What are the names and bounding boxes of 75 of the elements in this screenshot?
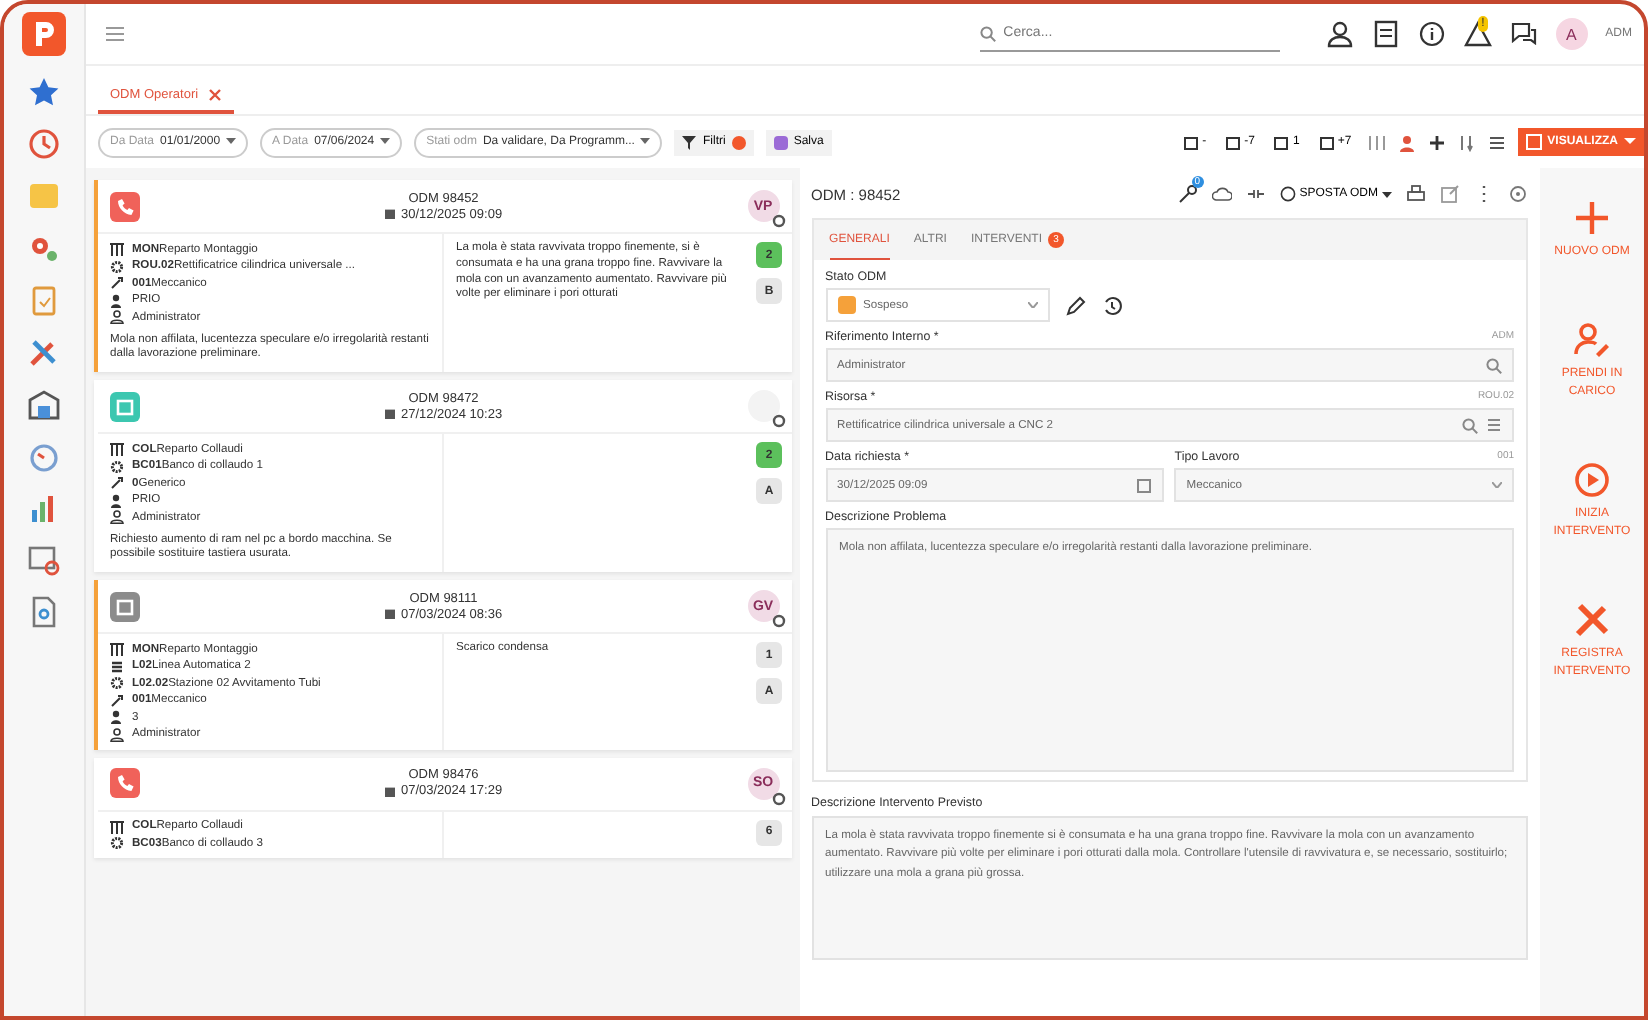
tools-icon[interactable] xyxy=(28,336,60,368)
search-icon[interactable] xyxy=(1462,417,1478,433)
user-avatar[interactable]: A xyxy=(1555,18,1588,50)
calendar-icon xyxy=(1319,135,1334,149)
person-icon xyxy=(110,710,124,725)
link-icon[interactable] xyxy=(1245,184,1266,204)
caret-icon xyxy=(1492,482,1503,488)
info-icon[interactable] xyxy=(1417,20,1446,48)
calendar-icon xyxy=(384,608,397,621)
calendar-icon[interactable] xyxy=(28,544,60,576)
caret-icon xyxy=(1382,191,1392,197)
caret-icon xyxy=(380,138,391,146)
caret-icon[interactable] xyxy=(1624,138,1636,146)
search-icon[interactable] xyxy=(979,25,996,41)
calendar-icon xyxy=(384,408,397,421)
search-icon[interactable] xyxy=(1486,357,1502,373)
building-icon xyxy=(110,642,124,657)
user-icon xyxy=(110,310,124,324)
cloud-icon[interactable] xyxy=(1211,184,1232,204)
star-icon[interactable] xyxy=(28,76,60,108)
gauge-icon[interactable] xyxy=(28,440,60,472)
work-order-card[interactable] xyxy=(94,180,792,373)
columns-icon[interactable] xyxy=(1367,133,1386,151)
document-icon[interactable] xyxy=(1371,20,1400,48)
document-search-icon[interactable] xyxy=(28,596,60,628)
person-icon xyxy=(110,493,124,508)
key-icon[interactable] xyxy=(1177,184,1198,204)
save-icon xyxy=(773,135,788,149)
list-icon[interactable] xyxy=(1486,417,1502,433)
stack-icon xyxy=(110,659,124,674)
calendar-icon xyxy=(384,208,397,220)
assignee-avatar[interactable] xyxy=(747,390,780,423)
user-icon xyxy=(110,510,124,525)
wrench-icon xyxy=(110,476,124,491)
close-icon[interactable] xyxy=(208,88,223,102)
clipboard-icon[interactable] xyxy=(28,284,60,316)
calendar-icon xyxy=(1184,135,1199,149)
gears-icon[interactable] xyxy=(28,232,60,264)
history-icon[interactable] xyxy=(1101,295,1122,315)
plus-icon[interactable] xyxy=(1427,133,1446,151)
warning-icon[interactable] xyxy=(1463,20,1492,48)
menu-icon[interactable] xyxy=(106,26,124,42)
calendar-icon[interactable] xyxy=(1136,477,1153,493)
logo-icon[interactable] xyxy=(22,12,66,56)
calendar-icon xyxy=(1274,135,1289,149)
user-icon xyxy=(110,727,124,742)
list-icon[interactable] xyxy=(1487,133,1506,151)
clock-icon[interactable] xyxy=(28,128,60,160)
caret-icon xyxy=(1027,302,1038,308)
play-icon xyxy=(1574,462,1610,498)
caret-icon xyxy=(640,138,651,146)
caret-icon xyxy=(226,138,237,146)
settings-icon[interactable] xyxy=(1508,184,1528,204)
chat-icon[interactable] xyxy=(1509,20,1538,48)
tools-icon xyxy=(1574,602,1610,638)
calendar-icon xyxy=(384,785,397,798)
warehouse-icon[interactable] xyxy=(28,388,60,420)
user-icon[interactable] xyxy=(1325,20,1354,48)
filter-icon xyxy=(682,135,697,149)
wrench-icon xyxy=(110,693,124,708)
view-icon xyxy=(1525,134,1542,150)
plus-icon xyxy=(1574,200,1610,236)
person-icon[interactable] xyxy=(1397,133,1416,151)
wrench-icon xyxy=(110,276,124,290)
print-icon[interactable] xyxy=(1406,184,1426,204)
pencil-icon[interactable] xyxy=(1065,295,1086,315)
building-icon xyxy=(110,242,124,256)
person-icon xyxy=(110,293,124,307)
building-icon xyxy=(110,442,124,457)
sort-icon[interactable] xyxy=(1457,133,1476,151)
building-icon xyxy=(110,819,124,834)
clear-filter-icon[interactable] xyxy=(731,135,746,149)
calendar-icon xyxy=(1226,135,1241,149)
user-edit-icon xyxy=(1574,322,1610,358)
edit-icon[interactable] xyxy=(1440,184,1460,204)
